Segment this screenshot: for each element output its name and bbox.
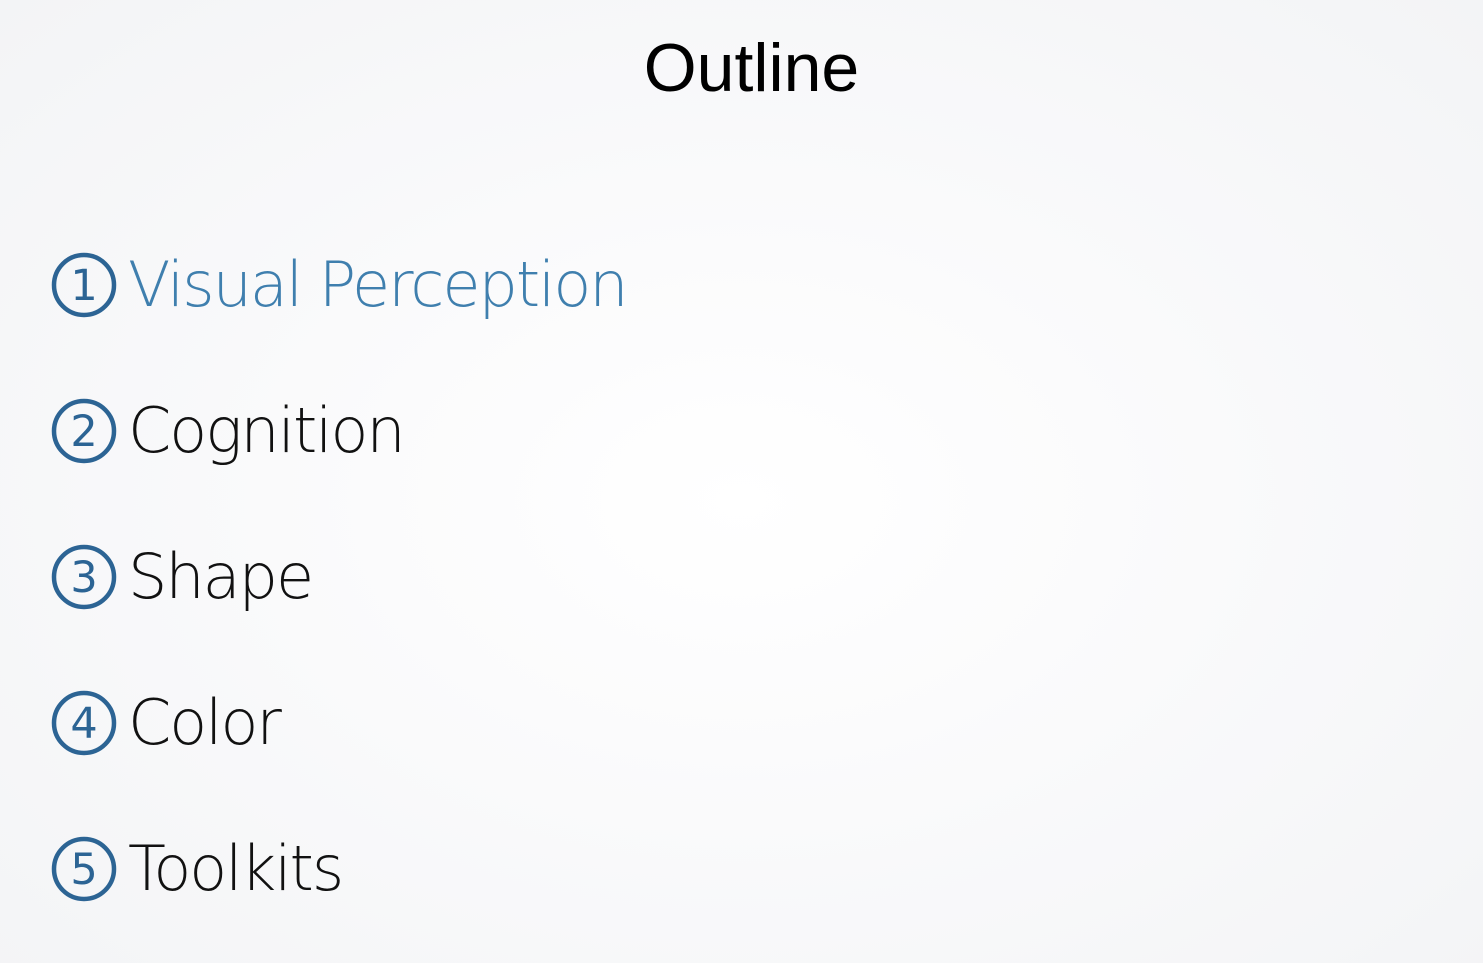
slide: Outline 1 Visual Perception 2 Cognition … [0, 0, 1483, 963]
outline-item-color: 4 Color [50, 683, 282, 763]
circled-number-icon: 5 [51, 836, 117, 902]
svg-text:2: 2 [70, 407, 97, 457]
outline-item-label: Cognition [128, 394, 406, 467]
svg-text:4: 4 [70, 699, 97, 749]
circled-number-icon: 3 [51, 544, 117, 610]
slide-title: Outline [643, 30, 860, 106]
outline-item-shape: 3 Shape [50, 537, 314, 617]
outline-item-label: Visual Perception [128, 248, 629, 321]
outline-item-label: Toolkits [128, 832, 344, 905]
svg-text:1: 1 [70, 261, 97, 311]
outline-item-label: Color [128, 686, 282, 759]
circled-number-icon: 2 [51, 398, 117, 464]
svg-text:3: 3 [70, 553, 97, 603]
circled-number-icon: 1 [51, 252, 117, 318]
outline-item-toolkits: 5 Toolkits [50, 829, 344, 909]
outline-item-cognition: 2 Cognition [50, 391, 406, 471]
outline-item-visual-perception: 1 Visual Perception [50, 245, 629, 325]
svg-text:5: 5 [70, 845, 97, 895]
outline-item-label: Shape [128, 540, 314, 613]
circled-number-icon: 4 [51, 690, 117, 756]
